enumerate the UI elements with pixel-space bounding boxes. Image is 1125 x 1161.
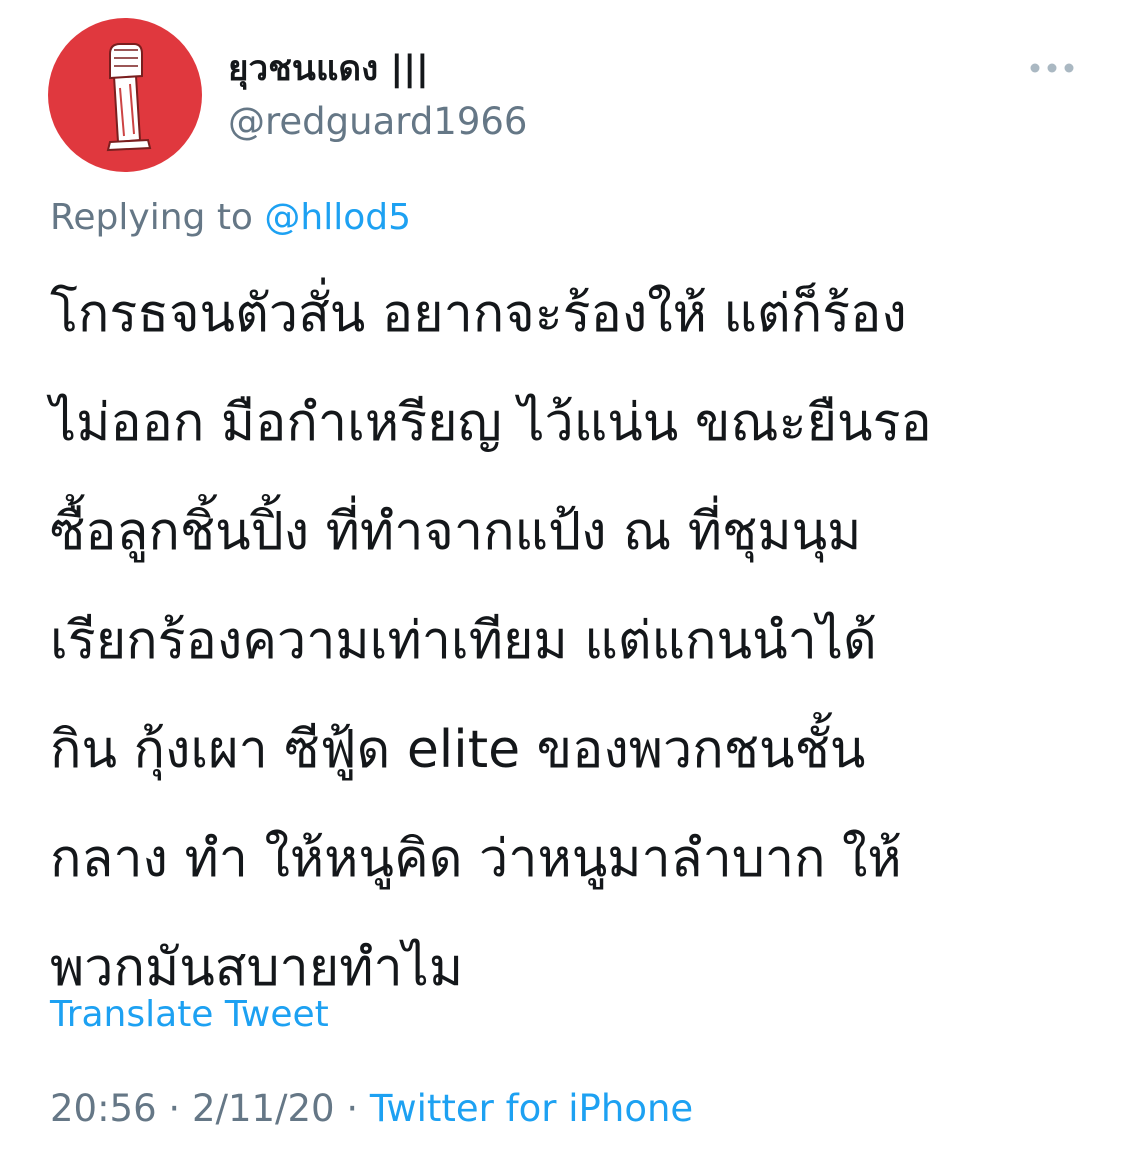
more-options-button[interactable] xyxy=(1020,48,1084,88)
tweet-source-link[interactable]: Twitter for iPhone xyxy=(370,1087,693,1130)
tweet-meta: 20:56 · 2/11/20 · Twitter for iPhone xyxy=(50,1085,693,1133)
tweet-text-line: ซื้อลูกชิ้นปิ้ง ที่ทำจากแป้ง ณ ที่ชุมนุม xyxy=(50,502,862,562)
author-handle[interactable]: @redguard1966 xyxy=(228,98,527,146)
author-display-name[interactable]: ยุวชนแดง ||| xyxy=(228,46,429,92)
replying-to: Replying to @hllod5 xyxy=(50,194,411,242)
raised-fist-icon xyxy=(106,43,152,152)
translate-tweet-link[interactable]: Translate Tweet xyxy=(50,992,329,1038)
meta-separator: · xyxy=(346,1087,359,1130)
tweet-date: 2/11/20 xyxy=(191,1087,335,1130)
tweet-text-line: กลาง ทำ ให้หนูคิด ว่าหนูมาลำบาก ให้ xyxy=(50,829,902,889)
tweet-text: โกรธจนตัวสั่น อยากจะร้องให้ แต่ก็ร้อง ไม… xyxy=(50,260,1100,1023)
tweet-text-line: ไม่ออก มือกำเหรียญ ไว้แน่น ขณะยืนรอ xyxy=(50,393,932,453)
replying-to-label: Replying to xyxy=(50,197,253,238)
tweet-text-line: โกรธจนตัวสั่น อยากจะร้องให้ แต่ก็ร้อง xyxy=(50,284,907,344)
meta-separator: · xyxy=(168,1087,181,1130)
reply-handle-link[interactable]: @hllod5 xyxy=(264,197,411,238)
author-avatar[interactable] xyxy=(48,18,202,172)
tweet-text-line: เรียกร้องความเท่าเทียม แต่แกนนำได้ xyxy=(50,611,877,671)
tweet-time: 20:56 xyxy=(50,1087,157,1130)
more-horizontal-icon xyxy=(1030,63,1074,73)
tweet-text-line: กิน กุ้งเผา ซีฟู้ด elite ของพวกชนชั้น xyxy=(50,720,866,780)
